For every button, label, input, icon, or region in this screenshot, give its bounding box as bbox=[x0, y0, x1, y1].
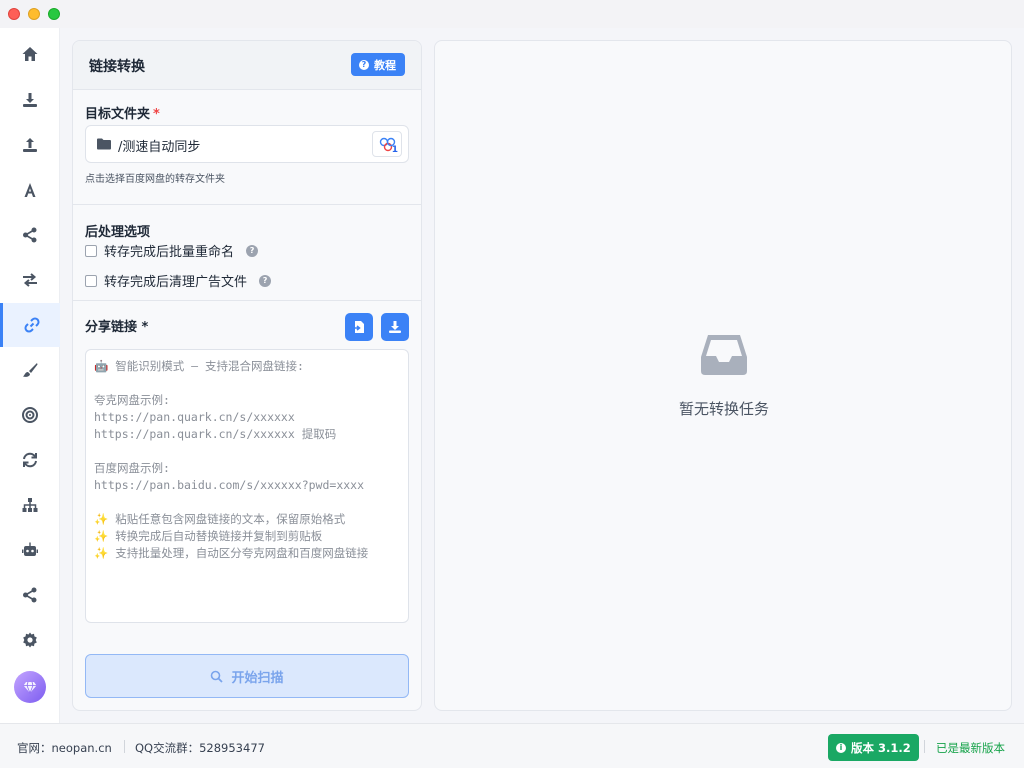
nav-sitemap[interactable] bbox=[0, 483, 60, 527]
brush-icon bbox=[23, 363, 38, 377]
search-icon bbox=[211, 670, 224, 683]
update-status-text: 已是最新版本 bbox=[936, 741, 1005, 755]
clean-ads-checkbox[interactable] bbox=[85, 274, 97, 287]
folder-icon bbox=[97, 138, 111, 150]
robot-icon bbox=[22, 542, 38, 556]
nav-upload[interactable] bbox=[0, 123, 60, 167]
share-links-section: 分享链接 * 🤖 智能识别模式 – 支持混合网盘链接: 夸克网盘示例: http… bbox=[73, 301, 421, 710]
nav-text[interactable] bbox=[0, 168, 60, 212]
target-folder-field[interactable]: /测速自动同步 1 bbox=[85, 125, 409, 163]
download-links-button[interactable] bbox=[381, 313, 409, 341]
footer-divider bbox=[924, 740, 925, 753]
share-links-textarea[interactable]: 🤖 智能识别模式 – 支持混合网盘链接: 夸克网盘示例: https://pan… bbox=[85, 349, 409, 623]
clean-ads-option-label: 转存完成后清理广告文件 bbox=[104, 275, 248, 290]
import-file-button[interactable] bbox=[345, 313, 373, 341]
nav-robot[interactable] bbox=[0, 528, 60, 572]
share-nodes-icon bbox=[23, 587, 37, 603]
nav-share[interactable] bbox=[0, 213, 60, 257]
panel-title: 链接转换 bbox=[89, 59, 145, 75]
gem-icon bbox=[23, 681, 37, 694]
target-folder-section: 目标文件夹 * /测速自动同步 1 点击选择百度网盘的转存文件夹 bbox=[73, 90, 421, 205]
sitemap-icon bbox=[22, 498, 38, 512]
share-nodes-icon bbox=[23, 227, 37, 243]
question-circle-icon: ? bbox=[359, 59, 369, 70]
target-icon bbox=[22, 407, 38, 423]
main-area: 链接转换 ? 教程 目标文件夹 * /测速自动同步 1 点击选择百度网盘的转存文件… bbox=[60, 28, 1024, 723]
nav-target[interactable] bbox=[0, 393, 60, 437]
post-process-section: 后处理选项 转存完成后批量重命名 ? 转存完成后清理广告文件 ? bbox=[73, 205, 421, 301]
empty-state-text: 暂无转换任务 bbox=[678, 400, 769, 418]
post-process-label: 后处理选项 bbox=[85, 225, 151, 240]
nav-share-2[interactable] bbox=[0, 573, 60, 617]
share-links-label: 分享链接 * bbox=[85, 320, 149, 335]
download-icon bbox=[389, 321, 401, 333]
official-site-link[interactable]: 官网：neopan.cn bbox=[17, 740, 112, 756]
footer-divider bbox=[124, 740, 125, 753]
baidu-cloud-icon bbox=[379, 137, 396, 152]
task-list-panel: 暂无转换任务 bbox=[434, 40, 1012, 711]
version-label: 版本 3.1.2 bbox=[851, 740, 911, 755]
link-convert-panel: 链接转换 ? 教程 目标文件夹 * /测速自动同步 1 点击选择百度网盘的转存文件… bbox=[72, 40, 422, 711]
font-icon bbox=[24, 183, 36, 197]
home-icon bbox=[22, 47, 38, 61]
version-badge[interactable]: i 版本 3.1.2 bbox=[828, 734, 919, 761]
upload-icon bbox=[23, 138, 37, 152]
rename-option-label: 转存完成后批量重命名 bbox=[104, 245, 235, 260]
baidu-folder-picker-button[interactable]: 1 bbox=[372, 131, 402, 157]
nav-settings[interactable] bbox=[0, 618, 60, 662]
sidebar bbox=[0, 28, 60, 723]
nav-clean[interactable] bbox=[0, 348, 60, 392]
exchange-icon bbox=[23, 273, 37, 287]
nav-transfer[interactable] bbox=[0, 258, 60, 302]
qq-group-text: QQ交流群：528953477 bbox=[135, 741, 265, 755]
rename-checkbox[interactable] bbox=[85, 244, 97, 257]
link-icon bbox=[23, 317, 40, 333]
tutorial-button-label: 教程 bbox=[374, 58, 396, 72]
tutorial-button[interactable]: ? 教程 bbox=[351, 53, 405, 76]
nav-download[interactable] bbox=[0, 78, 60, 122]
user-avatar[interactable] bbox=[14, 671, 46, 703]
nav-link-convert[interactable] bbox=[0, 303, 60, 347]
help-icon[interactable]: ? bbox=[246, 244, 259, 257]
close-window-button[interactable] bbox=[8, 8, 20, 20]
nav-home[interactable] bbox=[0, 32, 60, 76]
panel-header: 链接转换 ? 教程 bbox=[73, 41, 421, 90]
minimize-window-button[interactable] bbox=[28, 8, 40, 20]
target-folder-path: /测速自动同步 bbox=[118, 140, 201, 155]
clean-ads-option: 转存完成后清理广告文件 ? bbox=[85, 271, 272, 290]
nav-sync[interactable] bbox=[0, 438, 60, 482]
rename-option: 转存完成后批量重命名 ? bbox=[85, 241, 259, 260]
target-folder-label: 目标文件夹 * bbox=[85, 107, 160, 122]
download-icon bbox=[23, 93, 37, 107]
target-folder-hint: 点击选择百度网盘的转存文件夹 bbox=[85, 174, 225, 185]
info-circle-icon: i bbox=[836, 742, 846, 753]
footer: 官网：neopan.cn QQ交流群：528953477 i 版本 3.1.2 … bbox=[0, 723, 1024, 768]
file-import-icon bbox=[353, 321, 364, 333]
sync-icon bbox=[23, 452, 37, 468]
start-scan-button[interactable]: 开始扫描 bbox=[85, 654, 409, 698]
required-mark: * bbox=[153, 107, 160, 122]
inbox-icon bbox=[701, 335, 747, 375]
picker-count: 1 bbox=[391, 145, 398, 155]
start-scan-label: 开始扫描 bbox=[231, 670, 284, 686]
gear-icon bbox=[23, 632, 37, 648]
title-bar bbox=[0, 0, 1024, 28]
help-icon[interactable]: ? bbox=[259, 274, 272, 287]
zoom-window-button[interactable] bbox=[48, 8, 60, 20]
